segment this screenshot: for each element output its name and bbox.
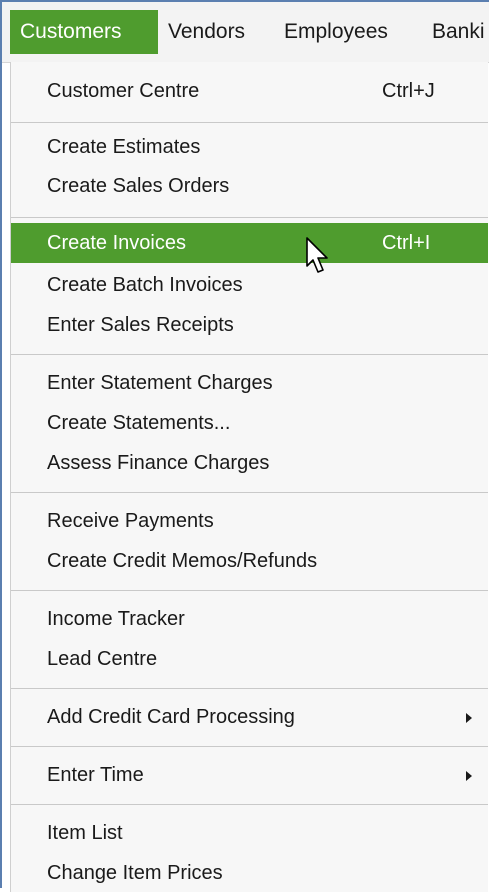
menu-separator [11, 217, 488, 218]
menu-item-income-tracker[interactable]: Income Tracker [11, 599, 488, 639]
menu-item-shortcut: Ctrl+I [382, 232, 431, 254]
menu-bar: Customers Vendors Employees Banki [2, 2, 489, 63]
menu-item-create-invoices[interactable]: Create Invoices Ctrl+I [11, 223, 488, 263]
menu-item-create-statements[interactable]: Create Statements... [11, 403, 488, 443]
menu-item-label: Create Batch Invoices [47, 274, 243, 296]
menu-item-customer-centre[interactable]: Customer Centre Ctrl+J [11, 71, 488, 111]
menu-item-label: Create Credit Memos/Refunds [47, 550, 318, 572]
menu-item-label: Income Tracker [47, 608, 185, 630]
menu-item-add-credit-card-processing[interactable]: Add Credit Card Processing [11, 697, 488, 737]
menu-separator [11, 590, 488, 591]
menu-item-label: Enter Time [47, 764, 144, 786]
menu-item-label: Receive Payments [47, 510, 214, 532]
menu-separator [11, 354, 488, 355]
menu-item-label: Customer Centre [47, 80, 200, 102]
submenu-arrow-icon [466, 713, 472, 723]
menu-item-label: Create Sales Orders [47, 175, 230, 197]
menu-item-label: Enter Statement Charges [47, 372, 273, 394]
menu-item-item-list[interactable]: Item List [11, 813, 488, 853]
menu-item-label: Item List [47, 822, 123, 844]
menu-item-enter-statement-charges[interactable]: Enter Statement Charges [11, 363, 488, 403]
menu-separator [11, 804, 488, 805]
mouse-pointer-icon [306, 237, 328, 273]
menu-separator [11, 492, 488, 493]
menu-item-create-credit-memos[interactable]: Create Credit Memos/Refunds [11, 541, 488, 581]
menu-item-label: Enter Sales Receipts [47, 314, 234, 336]
menu-item-create-batch-invoices[interactable]: Create Batch Invoices [11, 265, 488, 305]
menu-separator [11, 688, 488, 689]
customers-dropdown-menu: Customer Centre Ctrl+J Create Estimates … [10, 62, 488, 892]
menu-item-create-sales-orders[interactable]: Create Sales Orders [11, 166, 488, 206]
menu-item-receive-payments[interactable]: Receive Payments [11, 501, 488, 541]
menu-item-label: Create Estimates [47, 136, 201, 158]
menu-item-assess-finance-charges[interactable]: Assess Finance Charges [11, 443, 488, 483]
menu-item-lead-centre[interactable]: Lead Centre [11, 639, 488, 679]
menubar-banking[interactable]: Banki [432, 10, 485, 54]
menu-separator [11, 746, 488, 747]
menubar-employees[interactable]: Employees [284, 10, 388, 54]
menu-item-label: Create Statements... [47, 412, 231, 434]
menu-item-change-item-prices[interactable]: Change Item Prices [11, 853, 488, 893]
menu-item-create-estimates[interactable]: Create Estimates [11, 127, 488, 167]
menu-item-label: Change Item Prices [47, 862, 223, 884]
menubar-vendors[interactable]: Vendors [168, 10, 245, 54]
menu-item-enter-sales-receipts[interactable]: Enter Sales Receipts [11, 305, 488, 345]
menu-separator [11, 122, 488, 123]
menu-item-label: Add Credit Card Processing [47, 706, 295, 728]
menu-item-enter-time[interactable]: Enter Time [11, 755, 488, 795]
submenu-arrow-icon [466, 771, 472, 781]
menu-item-label: Lead Centre [47, 648, 158, 670]
menu-item-label: Assess Finance Charges [47, 452, 270, 474]
menu-item-label: Create Invoices [47, 232, 186, 254]
menubar-customers[interactable]: Customers [10, 10, 158, 54]
menu-item-shortcut: Ctrl+J [382, 80, 435, 102]
